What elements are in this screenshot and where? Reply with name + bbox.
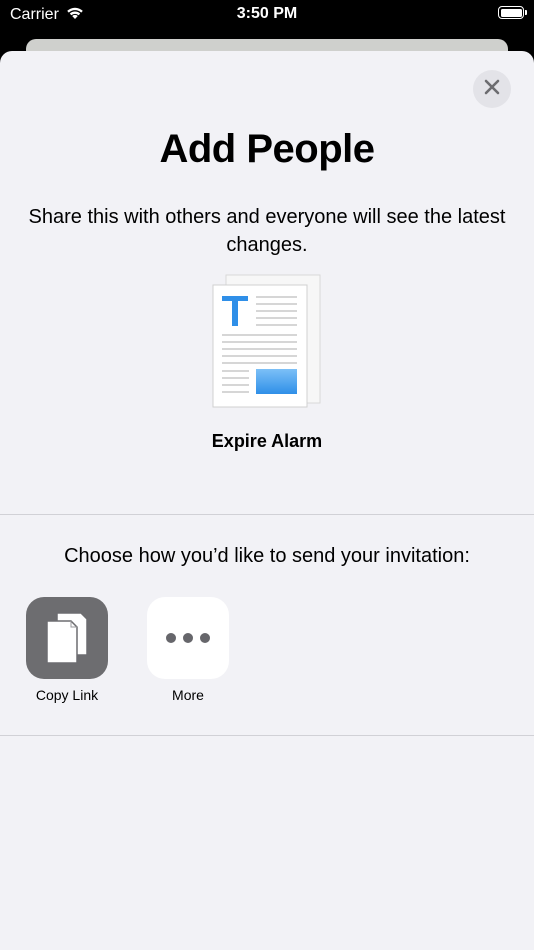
copy-link-icon bbox=[26, 597, 108, 679]
divider bbox=[0, 735, 534, 736]
copy-link-button[interactable]: Copy Link bbox=[17, 597, 117, 703]
status-bar: Carrier 3:50 PM bbox=[0, 0, 534, 30]
more-button[interactable]: More bbox=[138, 597, 238, 703]
page-title: Add People bbox=[159, 127, 375, 171]
more-label: More bbox=[172, 687, 204, 703]
copy-link-label: Copy Link bbox=[35, 687, 99, 703]
text-document-icon bbox=[212, 273, 324, 413]
more-icon bbox=[147, 597, 229, 679]
document-name: Expire Alarm bbox=[211, 431, 323, 451]
send-invitation-prompt: Choose how you’d like to send your invit… bbox=[64, 545, 470, 567]
page-subtitle: Share this with others and everyone will… bbox=[28, 206, 506, 256]
add-people-sheet: Add People Share this with others and ev… bbox=[0, 51, 534, 950]
close-button[interactable] bbox=[473, 70, 511, 108]
battery-icon bbox=[498, 6, 527, 19]
close-icon bbox=[484, 79, 500, 100]
divider bbox=[0, 514, 534, 515]
status-time: 3:50 PM bbox=[236, 5, 298, 22]
